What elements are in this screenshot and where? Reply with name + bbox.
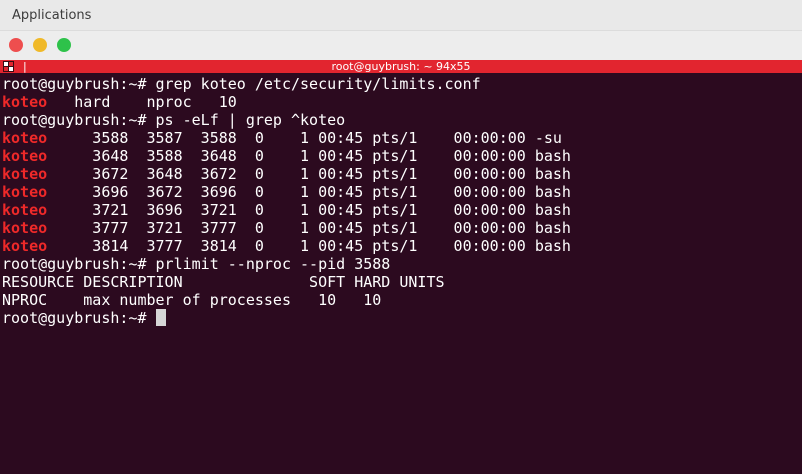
close-button[interactable] (9, 38, 23, 52)
process-info: 3777 3721 3777 0 1 00:45 pts/1 00:00:00 … (47, 219, 571, 237)
terminal-line-cmd2: root@guybrush:~# ps -eLf | grep ^koteo (2, 111, 345, 129)
process-info: 3721 3696 3721 0 1 00:45 pts/1 00:00:00 … (47, 201, 571, 219)
process-row: koteo 3721 3696 3721 0 1 00:45 pts/1 00:… (2, 201, 571, 219)
process-row: koteo 3672 3648 3672 0 1 00:45 pts/1 00:… (2, 165, 571, 183)
prompt: root@guybrush:~# (2, 309, 147, 327)
terminal-tab-bar[interactable]: | root@guybrush: ~ 94x55 (0, 60, 802, 73)
system-top-bar: Applications (0, 0, 802, 30)
minimize-button[interactable] (33, 38, 47, 52)
terminal-line-cmd1: root@guybrush:~# grep koteo /etc/securit… (2, 75, 481, 93)
terminal-line-cmd3: root@guybrush:~# prlimit --nproc --pid 3… (2, 255, 390, 273)
username: koteo (2, 183, 48, 201)
prlimit-table-row: NPROC max number of processes 10 10 (2, 291, 382, 309)
text-cursor (155, 309, 166, 326)
username: koteo (2, 129, 48, 147)
username: koteo (2, 237, 48, 255)
maximize-button[interactable] (57, 38, 71, 52)
window-title: root@guybrush: ~ 94x55 (331, 60, 471, 73)
command-text: grep koteo /etc/security/limits.conf (146, 75, 481, 93)
process-row: koteo 3814 3777 3814 0 1 00:45 pts/1 00:… (2, 237, 571, 255)
process-row: koteo 3588 3587 3588 0 1 00:45 pts/1 00:… (2, 129, 562, 147)
process-info: 3588 3587 3588 0 1 00:45 pts/1 00:00:00 … (47, 129, 562, 147)
process-info: 3814 3777 3814 0 1 00:45 pts/1 00:00:00 … (47, 237, 571, 255)
prompt: root@guybrush:~# (2, 111, 147, 129)
process-info: 3672 3648 3672 0 1 00:45 pts/1 00:00:00 … (47, 165, 571, 183)
applications-menu[interactable]: Applications (12, 8, 91, 23)
window-titlebar[interactable] (0, 30, 802, 60)
command-text: ps -eLf | grep ^koteo (146, 111, 346, 129)
process-info: 3696 3672 3696 0 1 00:45 pts/1 00:00:00 … (47, 183, 571, 201)
username: koteo (2, 93, 48, 111)
process-row: koteo 3648 3588 3648 0 1 00:45 pts/1 00:… (2, 147, 571, 165)
terminal-output[interactable]: root@guybrush:~# grep koteo /etc/securit… (0, 73, 802, 474)
username: koteo (2, 147, 48, 165)
username: koteo (2, 201, 48, 219)
process-row: koteo 3777 3721 3777 0 1 00:45 pts/1 00:… (2, 219, 571, 237)
prompt: root@guybrush:~# (2, 255, 147, 273)
limits-text: hard nproc 10 (47, 93, 237, 111)
command-text: prlimit --nproc --pid 3588 (146, 255, 391, 273)
username: koteo (2, 165, 48, 183)
prlimit-table-header: RESOURCE DESCRIPTION SOFT HARD UNITS (2, 273, 445, 291)
terminal-line-limits: koteo hard nproc 10 (2, 93, 237, 111)
terminal-line-prompt: root@guybrush:~# (2, 309, 166, 327)
process-info: 3648 3588 3648 0 1 00:45 pts/1 00:00:00 … (47, 147, 571, 165)
process-row: koteo 3696 3672 3696 0 1 00:45 pts/1 00:… (2, 183, 571, 201)
username: koteo (2, 219, 48, 237)
prompt: root@guybrush:~# (2, 75, 147, 93)
